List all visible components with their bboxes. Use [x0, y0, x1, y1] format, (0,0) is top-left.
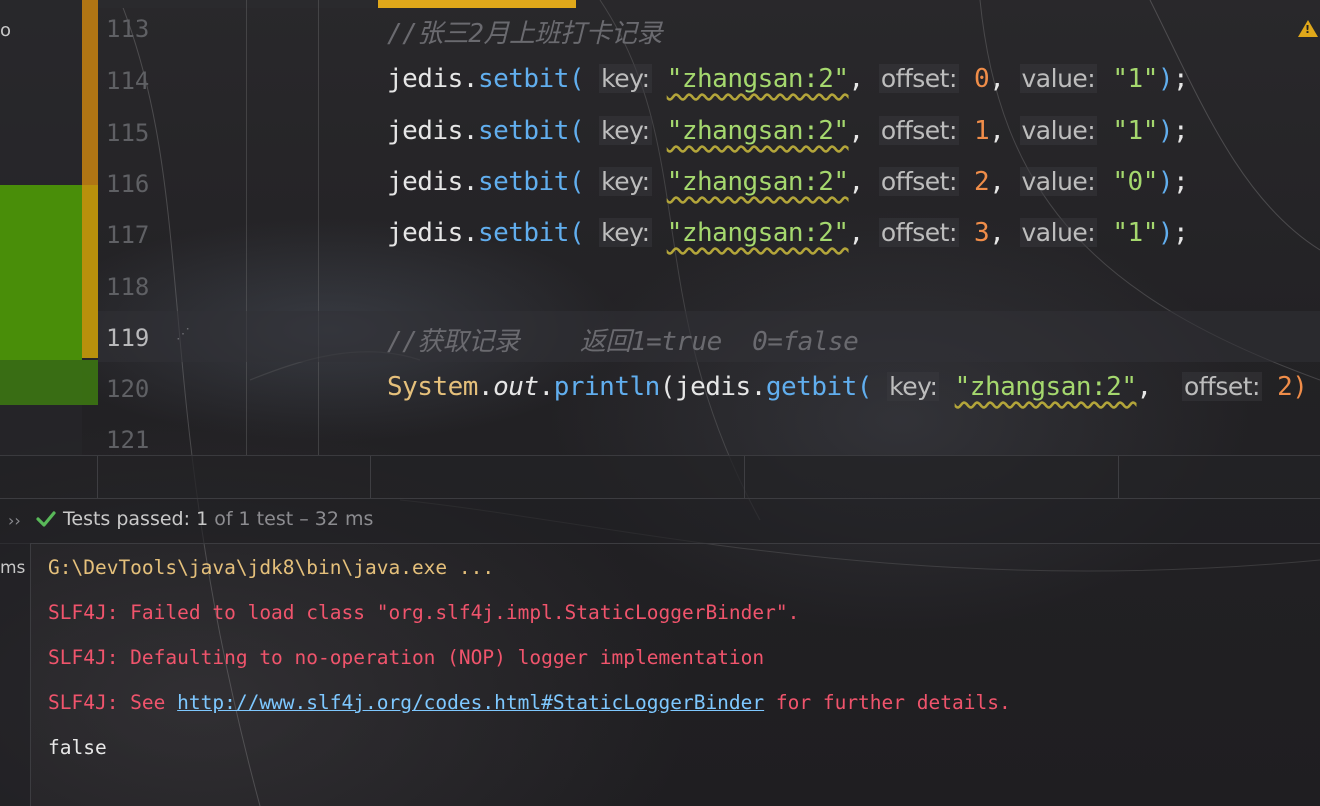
param-hint: offset: [878, 218, 959, 247]
code-class: System [387, 372, 478, 402]
code-number: 0 [974, 64, 990, 94]
change-marker-modified-lower[interactable] [82, 185, 98, 358]
indent-guide [318, 0, 319, 455]
code-string: "1" [1112, 218, 1158, 248]
code-identifier: jedis [387, 218, 463, 248]
line-number-current[interactable]: 119 [106, 324, 166, 352]
code-field: out [493, 372, 539, 402]
change-marker-modified[interactable] [82, 0, 98, 185]
code-method: setbit [477, 64, 569, 94]
code-method: println [553, 372, 661, 402]
code-method: getbit [765, 372, 857, 402]
editor-tab-strip[interactable] [98, 0, 376, 8]
line-number[interactable]: 121 [106, 426, 166, 454]
code-identifier: jedis [387, 64, 463, 94]
test-status-count: 1 [196, 508, 209, 530]
test-status-summary: Tests passed: 1 of 1 test – 32 ms [63, 508, 373, 530]
bar-separator [1118, 456, 1119, 499]
line-number[interactable]: 117 [106, 221, 166, 249]
line-number[interactable]: 113 [106, 15, 166, 43]
line-number[interactable]: 118 [106, 273, 166, 301]
code-line-116[interactable]: jedis.setbit( key: "zhangsan:2", offset:… [387, 167, 1189, 197]
check-icon [36, 511, 56, 527]
expand-chevron-icon[interactable]: ›› [8, 511, 21, 530]
code-line-115[interactable]: jedis.setbit( key: "zhangsan:2", offset:… [387, 116, 1189, 146]
code-string: "1" [1112, 64, 1158, 94]
code-line-120[interactable]: System.out.println(jedis.getbit( key: "z… [387, 372, 1308, 402]
console-output-line: false [48, 736, 107, 759]
param-hint: offset: [878, 167, 959, 196]
param-hint: key: [599, 167, 652, 196]
code-line-114[interactable]: jedis.setbit( key: "zhangsan:2", offset:… [387, 64, 1189, 94]
line-number[interactable]: 116 [106, 170, 166, 198]
code-method: setbit [477, 167, 569, 197]
code-identifier: jedis [387, 167, 463, 197]
warning-triangle-icon[interactable]: ! [1298, 20, 1318, 37]
console-error-line: SLF4J: Failed to load class "org.slf4j.i… [48, 601, 800, 624]
line-number[interactable]: 115 [106, 119, 166, 147]
active-editor-tab-indicator[interactable] [378, 0, 576, 8]
code-number: 3 [974, 218, 990, 248]
code-string: "zhangsan:2" [954, 372, 1137, 402]
param-hint: key: [887, 372, 940, 401]
param-hint: value: [1019, 167, 1098, 196]
tree-item-fragment[interactable]: o [0, 20, 11, 41]
tree-selection-highlight [0, 185, 82, 360]
code-line-113[interactable]: //张三2月上班打卡记录 [387, 13, 662, 50]
param-hint: key: [599, 64, 652, 93]
tree-selection-highlight-lower [0, 360, 98, 405]
param-hint: offset: [878, 116, 959, 145]
test-tree-column[interactable] [0, 543, 31, 806]
code-identifier: jedis [674, 372, 751, 402]
code-identifier: jedis [387, 116, 463, 146]
code-number: 2) [1277, 372, 1308, 402]
test-status-label: Tests passed: [63, 508, 191, 530]
bar-separator [744, 456, 745, 499]
console-text: for further details. [764, 691, 1011, 714]
line-number[interactable]: 114 [106, 67, 166, 95]
code-line-119[interactable]: //获取记录 返回1=true 0=false [387, 321, 859, 358]
param-hint: offset: [878, 64, 959, 93]
code-editor[interactable]: o ⋰ 113 114 115 116 117 118 119 120 121 … [0, 0, 1320, 455]
fold-marker-icon[interactable]: ⋰ [176, 326, 190, 342]
code-string: "zhangsan:2" [666, 218, 849, 248]
line-number[interactable]: 120 [106, 375, 166, 403]
param-hint: value: [1019, 64, 1098, 93]
code-string: "1" [1112, 116, 1158, 146]
code-line-117[interactable]: jedis.setbit( key: "zhangsan:2", offset:… [387, 218, 1189, 248]
code-number: 1 [974, 116, 990, 146]
editor-breadcrumb-bar[interactable] [0, 455, 1320, 499]
param-hint: value: [1019, 116, 1098, 145]
code-string: "zhangsan:2" [666, 116, 849, 146]
console-link[interactable]: http://www.slf4j.org/codes.html#StaticLo… [177, 691, 764, 714]
code-string: "zhangsan:2" [666, 167, 849, 197]
gutter-divider [246, 0, 247, 455]
test-duration-label: ms [0, 558, 26, 578]
code-string: "0" [1112, 167, 1158, 197]
console-command-line: G:\DevTools\java\jdk8\bin\java.exe ... [48, 556, 495, 579]
console-error-line: SLF4J: Defaulting to no-operation (NOP) … [48, 646, 765, 669]
test-status-detail: of 1 test – 32 ms [214, 508, 374, 530]
code-comment: //获取记录 返回1=true 0=false [387, 327, 859, 357]
param-hint: value: [1019, 218, 1098, 247]
code-number: 2 [974, 167, 990, 197]
param-hint: offset: [1181, 372, 1262, 401]
param-hint: key: [599, 116, 652, 145]
code-method: setbit [477, 116, 569, 146]
bar-separator [97, 456, 98, 499]
bar-separator [370, 456, 371, 499]
code-method: setbit [477, 218, 569, 248]
code-comment: //张三2月上班打卡记录 [387, 19, 662, 49]
console-error-line-with-link: SLF4J: See http://www.slf4j.org/codes.ht… [48, 691, 1011, 714]
param-hint: key: [599, 218, 652, 247]
console-text: SLF4J: See [48, 691, 178, 714]
code-string: "zhangsan:2" [666, 64, 849, 94]
